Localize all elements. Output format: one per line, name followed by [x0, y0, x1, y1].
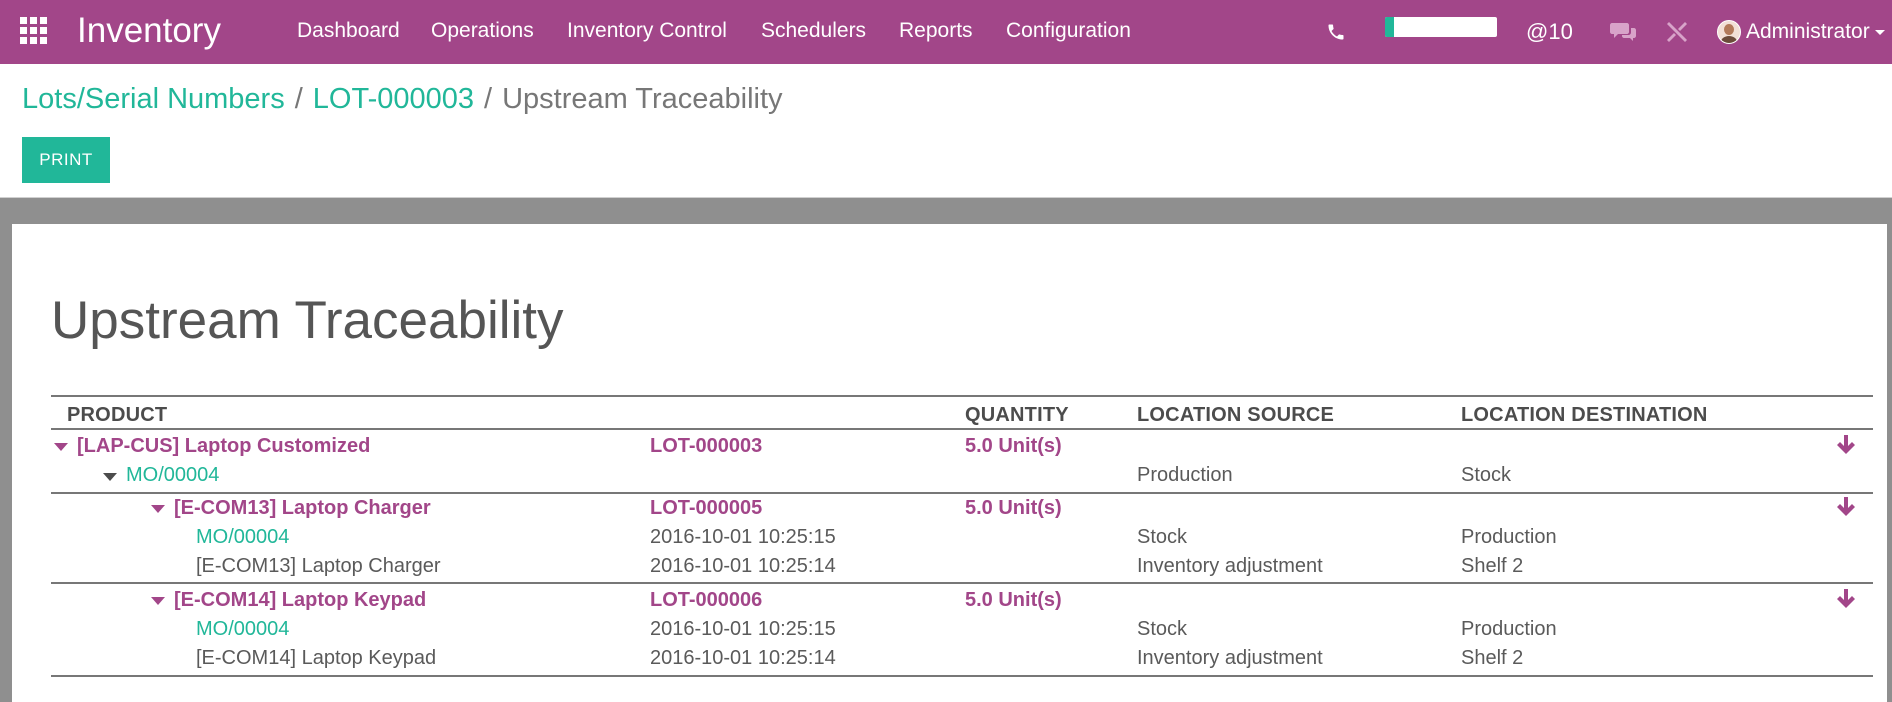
row-product: [E-COM13] Laptop Charger: [196, 555, 441, 577]
header-bottom-border: [51, 428, 1873, 430]
row-product[interactable]: [LAP-CUS] Laptop Customized: [77, 435, 370, 458]
arrow-down-icon[interactable]: [1837, 435, 1855, 455]
row-product: [E-COM14] Laptop Keypad: [196, 647, 437, 669]
row-destination: Shelf 2: [1461, 647, 1524, 669]
table-top-border: [51, 395, 1873, 397]
row-source: Stock: [1137, 526, 1188, 548]
arrow-down-icon[interactable]: [1837, 589, 1855, 609]
row-source: Inventory adjustment: [1137, 647, 1323, 669]
row-quantity: 5.0 Unit(s): [965, 589, 1062, 611]
col-location-destination: LOCATION DESTINATION: [1461, 404, 1708, 426]
breadcrumb: Lots/Serial Numbers / LOT-000003 / Upstream …: [22, 83, 783, 116]
row-lot: LOT-000003: [650, 435, 763, 457]
caret-down-icon[interactable]: [54, 443, 68, 451]
col-location-source: LOCATION SOURCE: [1137, 404, 1335, 426]
table-bottom-border: [51, 675, 1873, 677]
row-quantity: 5.0 Unit(s): [965, 497, 1062, 519]
row-product[interactable]: MO/00004: [126, 464, 219, 487]
phone-icon[interactable]: [1326, 0, 1350, 64]
report-sheet: Upstream Traceability PRODUCT QUANTITY L…: [12, 224, 1887, 702]
progress-fill: [1385, 17, 1394, 37]
top-navbar: Inventory Dashboard Operations Inventory…: [0, 0, 1892, 64]
col-quantity: QUANTITY: [965, 404, 1069, 426]
row-source: Stock: [1137, 618, 1188, 640]
row-source: Production: [1137, 464, 1233, 486]
row-destination: Stock: [1461, 464, 1512, 486]
caret-down-icon[interactable]: [151, 505, 165, 513]
row-quantity: 5.0 Unit(s): [965, 435, 1062, 457]
group-divider: [51, 582, 1873, 584]
chat-icon[interactable]: [1610, 0, 1636, 64]
menu-dashboard[interactable]: Dashboard: [297, 19, 400, 43]
col-product: PRODUCT: [67, 404, 168, 426]
breadcrumb-current: Upstream Traceability: [502, 83, 783, 115]
breadcrumb-lot[interactable]: LOT-000003: [313, 83, 474, 115]
user-name: Administrator: [1746, 20, 1870, 43]
row-product[interactable]: MO/00004: [196, 526, 289, 549]
avatar: [1717, 20, 1741, 44]
row-date: 2016-10-01 10:25:14: [650, 555, 836, 577]
row-date: 2016-10-01 10:25:14: [650, 647, 836, 669]
row-lot: LOT-000005: [650, 497, 763, 519]
menu-operations[interactable]: Operations: [431, 19, 534, 43]
row-date: 2016-10-01 10:25:15: [650, 526, 836, 548]
progress-bar: [1385, 17, 1497, 37]
group-divider: [51, 492, 1873, 494]
row-product[interactable]: MO/00004: [196, 618, 289, 641]
row-product[interactable]: [E-COM14] Laptop Keypad: [174, 589, 426, 612]
row-lot: LOT-000006: [650, 589, 763, 611]
app-grid-icon[interactable]: [20, 17, 48, 44]
mention-counter[interactable]: @10: [1526, 0, 1573, 64]
chevron-down-icon: [1874, 29, 1885, 35]
user-menu[interactable]: Administrator: [1717, 0, 1885, 64]
caret-down-icon[interactable]: [151, 597, 165, 605]
breadcrumb-separator: /: [294, 83, 303, 115]
row-date: 2016-10-01 10:25:15: [650, 618, 836, 640]
arrow-down-icon[interactable]: [1837, 497, 1855, 517]
row-source: Inventory adjustment: [1137, 555, 1323, 577]
row-destination: Shelf 2: [1461, 555, 1524, 577]
row-destination: Production: [1461, 526, 1557, 548]
control-panel: Lots/Serial Numbers / LOT-000003 / Upstream …: [0, 64, 1892, 198]
print-button[interactable]: PRINT: [22, 137, 110, 183]
caret-down-icon[interactable]: [103, 473, 117, 481]
menu-inventory-control[interactable]: Inventory Control: [567, 19, 727, 43]
row-destination: Production: [1461, 618, 1557, 640]
menu-reports[interactable]: Reports: [899, 19, 973, 43]
breadcrumb-separator: /: [484, 83, 493, 115]
breadcrumb-lots[interactable]: Lots/Serial Numbers: [22, 83, 285, 115]
menu-configuration[interactable]: Configuration: [1006, 19, 1131, 43]
report-title: Upstream Traceability: [51, 291, 564, 350]
menu-schedulers[interactable]: Schedulers: [761, 19, 866, 43]
row-product[interactable]: [E-COM13] Laptop Charger: [174, 497, 431, 520]
app-title: Inventory: [77, 11, 221, 50]
tools-icon[interactable]: [1666, 0, 1688, 64]
